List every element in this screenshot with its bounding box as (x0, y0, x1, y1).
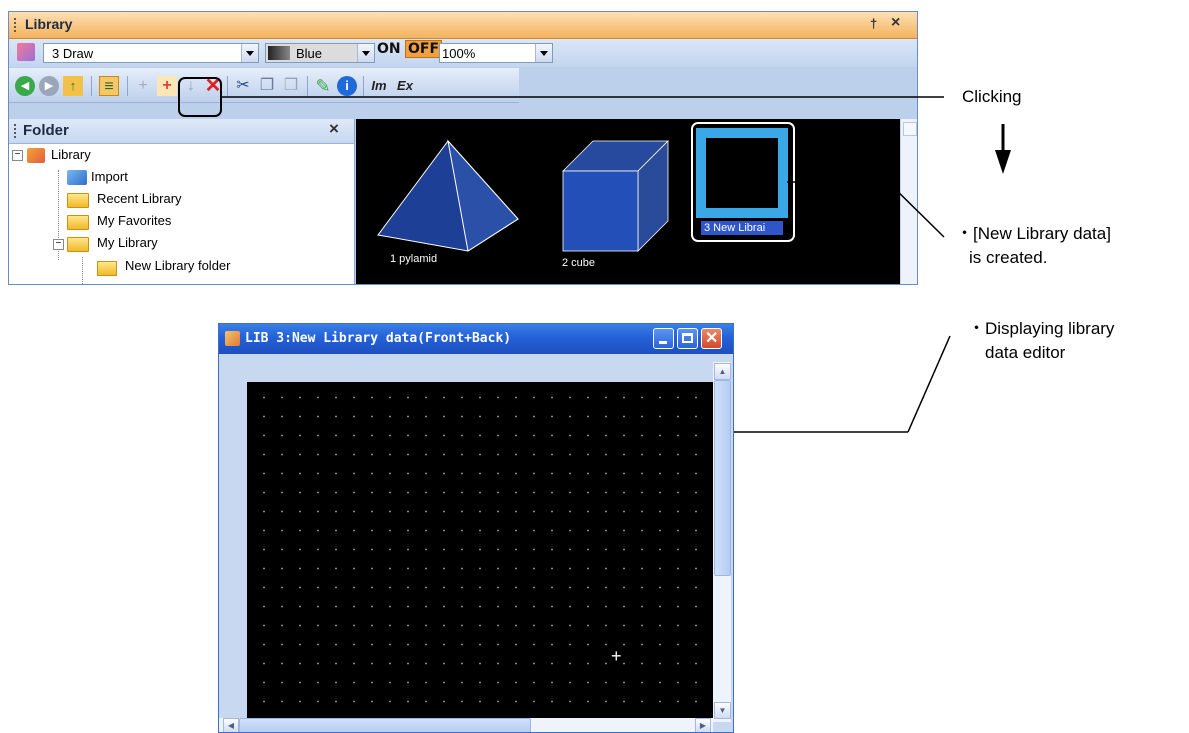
close-icon: ✕ (705, 330, 719, 347)
on-button[interactable]: ON (377, 41, 401, 57)
library-window: Library † × 3 Draw Blue ON OFF 100% ◀ ▶ … (8, 11, 918, 285)
scroll-up-button[interactable]: ▲ (714, 363, 731, 380)
grip-icon (14, 18, 19, 32)
forward-icon[interactable]: ▶ (39, 76, 59, 96)
copy-icon[interactable]: ❐ (257, 76, 277, 96)
folder-pane-header: Folder × (9, 119, 354, 144)
color-select[interactable]: Blue (265, 43, 375, 63)
library-toolbar: ◀ ▶ ↑ ≡ + + ↓ ✕ ✂ ❐ ❒ ✎ i Im Ex (9, 68, 519, 103)
annotation-clicking: Clicking (962, 87, 1022, 106)
hscroll-thumb[interactable] (239, 718, 531, 732)
maximize-icon (682, 333, 693, 343)
edit-icon[interactable]: ✎ (313, 76, 333, 96)
tree-item-library[interactable]: Library (51, 147, 91, 162)
library-thumbnail-area: 1 pylamid 2 cube 3 New Librai (356, 119, 900, 284)
collapse-toggle-icon[interactable]: − (53, 239, 64, 250)
draw-select[interactable]: 3 Draw (43, 43, 259, 63)
chevron-down-icon[interactable] (241, 44, 258, 62)
import-icon[interactable]: Im (369, 76, 389, 96)
new-folder-icon[interactable]: + (133, 76, 153, 96)
scroll-thumb[interactable] (714, 380, 731, 576)
crosshair-cursor-icon: + (611, 646, 622, 666)
new-library-data-button-highlight (178, 77, 222, 117)
tree-item-my-library[interactable]: My Library (97, 235, 158, 250)
scroll-down-button[interactable]: ▼ (714, 702, 731, 719)
close-icon[interactable]: × (329, 119, 339, 139)
back-icon[interactable]: ◀ (15, 76, 35, 96)
tree-view-icon[interactable]: ≡ (99, 76, 119, 96)
paste-icon[interactable]: ❒ (281, 76, 301, 96)
minimize-button[interactable] (653, 328, 674, 349)
tree-line (82, 257, 83, 284)
maximize-button[interactable] (677, 328, 698, 349)
separator (91, 76, 92, 96)
thumbnail-graphics (377, 122, 795, 252)
editor-canvas[interactable]: + (247, 382, 714, 722)
annotation-created-line2: is created. (969, 248, 1048, 267)
folder-icon (67, 215, 89, 230)
scroll-up-icon[interactable] (903, 122, 917, 136)
close-icon[interactable]: × (891, 14, 900, 32)
import-icon (67, 170, 87, 185)
folder-pane-title: Folder (23, 122, 69, 139)
cut-icon[interactable]: ✂ (233, 76, 253, 96)
folder-icon (67, 193, 89, 208)
off-button[interactable]: OFF (405, 40, 443, 58)
editor-title-bar[interactable]: LIB 3:New Library data(Front+Back) ✕ (219, 324, 733, 354)
library-options-bar: 3 Draw Blue ON OFF 100% (9, 39, 917, 67)
cube-thumbnail-front (562, 170, 639, 252)
thumbnail-label-new-library[interactable]: 3 New Librai (704, 222, 765, 234)
minimize-icon (659, 341, 667, 344)
folder-up-icon[interactable]: ↑ (63, 76, 83, 96)
folder-icon (67, 237, 89, 252)
export-icon[interactable]: Ex (395, 76, 415, 96)
scroll-left-button[interactable]: ◀ (223, 718, 239, 732)
editor-horizontal-scrollbar[interactable]: ◀ ▶ (219, 718, 713, 732)
color-swatch (268, 46, 290, 60)
library-title: Library (25, 16, 73, 32)
editor-vertical-scrollbar[interactable]: ▲ ▼ (713, 362, 731, 722)
pin-icon[interactable]: † (870, 16, 877, 31)
library-title-bar[interactable]: Library † × (9, 12, 917, 39)
thumbnail-label-pyramid[interactable]: 1 pylamid (390, 253, 437, 265)
chevron-down-icon[interactable] (535, 44, 552, 62)
tree-item-new-library-folder[interactable]: New Library folder (125, 258, 231, 273)
new-library-data-icon[interactable]: + (157, 76, 177, 96)
thumbnail-label-cube[interactable]: 2 cube (562, 257, 595, 269)
annotation-created-line1: ・[New Library data] (956, 224, 1111, 243)
annotation-editor-line2: data editor (985, 343, 1066, 362)
tree-item-import[interactable]: Import (91, 169, 128, 184)
separator (363, 76, 364, 96)
library-book-icon (225, 331, 240, 346)
library-data-editor-window: LIB 3:New Library data(Front+Back) ✕ + ▲… (218, 323, 734, 733)
zoom-select[interactable]: 100% (439, 43, 553, 63)
new-library-thumbnail (696, 128, 788, 218)
library-book-icon (17, 43, 35, 61)
info-icon[interactable]: i (337, 76, 357, 96)
thumbnail-scrollbar[interactable] (900, 119, 917, 284)
scroll-right-button[interactable]: ▶ (695, 718, 711, 732)
collapse-toggle-icon[interactable]: − (12, 150, 23, 161)
separator (227, 76, 228, 96)
separator (307, 76, 308, 96)
editor-title: LIB 3:New Library data(Front+Back) (245, 331, 512, 346)
down-arrow-icon (995, 150, 1011, 174)
new-library-folder-icon (97, 261, 117, 276)
separator (127, 76, 128, 96)
chevron-down-icon[interactable] (357, 44, 374, 62)
annotation-editor-line1: ・Displaying library (968, 319, 1115, 338)
tree-item-my-favorites[interactable]: My Favorites (97, 213, 171, 228)
close-button[interactable]: ✕ (701, 328, 722, 349)
tree-item-recent-library[interactable]: Recent Library (97, 191, 182, 206)
library-tree-icon (27, 148, 45, 163)
grip-icon (14, 124, 18, 138)
